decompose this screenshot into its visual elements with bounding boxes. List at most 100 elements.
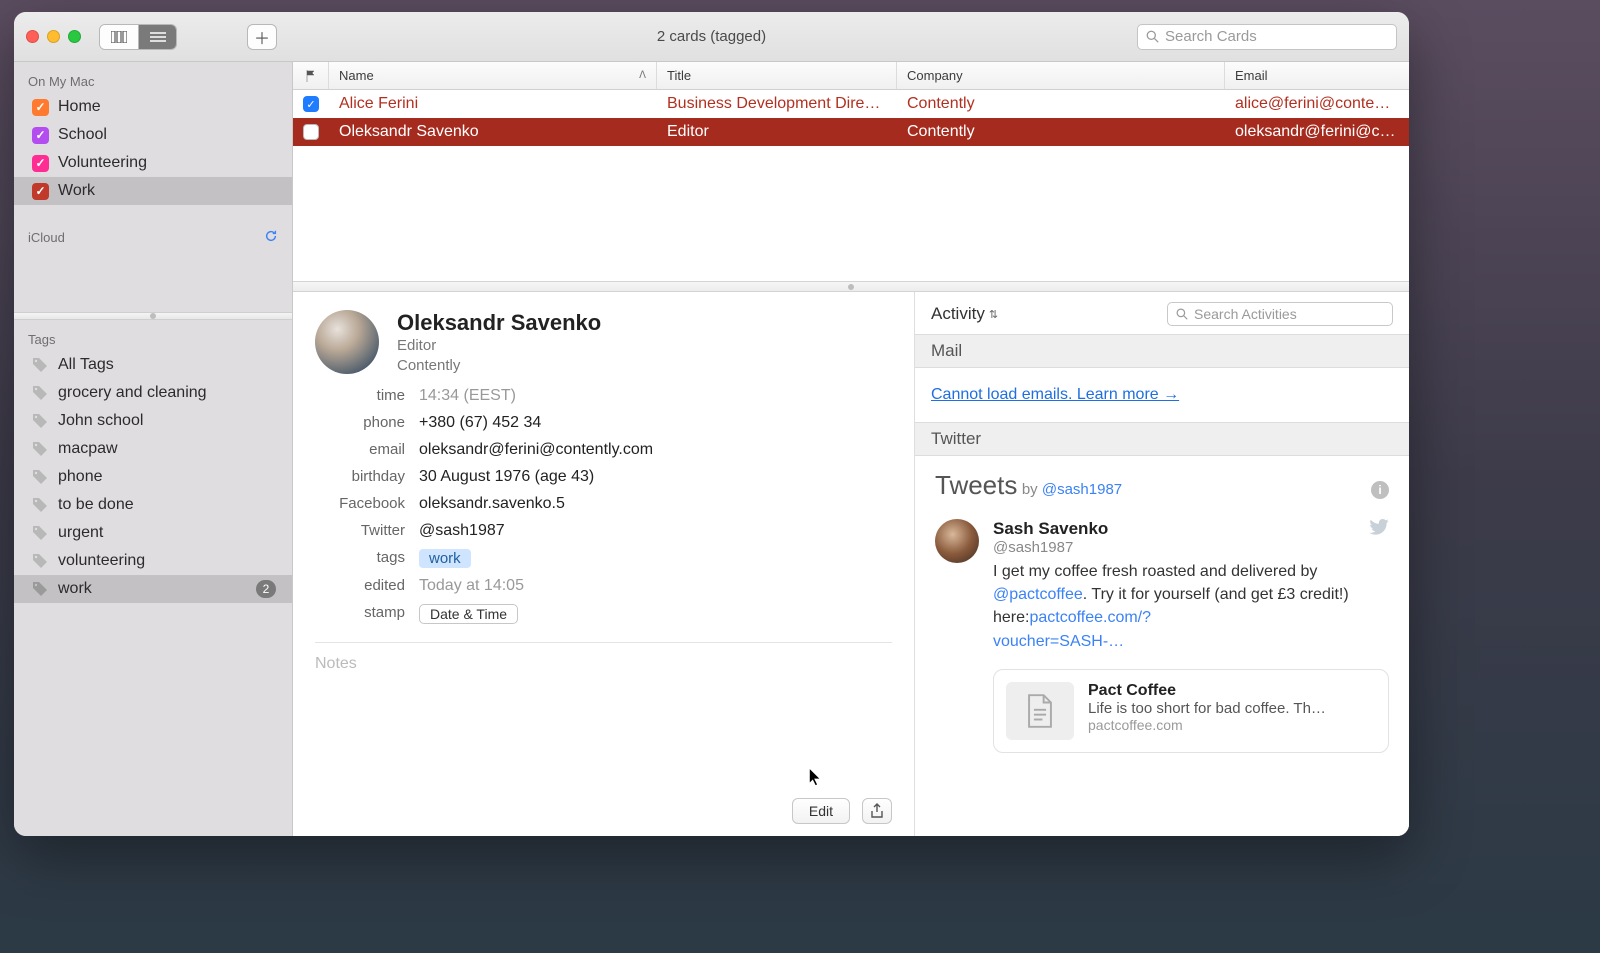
sidebar-group-work[interactable]: ✓ Work — [14, 177, 292, 205]
tweets-byline: by @sash1987 — [1022, 481, 1122, 498]
column-title[interactable]: Title — [657, 62, 897, 89]
sidebar-group-home[interactable]: ✓ Home — [14, 93, 292, 121]
sidebar-group-school[interactable]: ✓ School — [14, 121, 292, 149]
sidebar-section-tags[interactable]: Tags — [14, 326, 292, 351]
sidebar-tag-label: to be done — [58, 496, 134, 514]
link-card-domain: pactcoffee.com — [1088, 717, 1326, 733]
sidebar-section-icloud[interactable]: iCloud — [14, 223, 292, 250]
tag-icon — [32, 441, 48, 457]
table-header: Name ᐱ Title Company Email — [293, 62, 1409, 90]
horizontal-splitter[interactable] — [293, 282, 1409, 292]
sidebar-tag-urgent[interactable]: urgent — [14, 519, 292, 547]
share-icon — [870, 803, 884, 819]
table-row[interactable]: Oleksandr Savenko Editor Contently oleks… — [293, 118, 1409, 146]
table-row[interactable]: ✓ Alice Ferini Business Development Dire… — [293, 90, 1409, 118]
tweets-heading: Tweets — [935, 470, 1017, 500]
tag-icon — [32, 497, 48, 513]
notes-field[interactable]: Notes — [315, 642, 892, 673]
sidebar-splitter[interactable] — [14, 312, 292, 320]
sidebar-tag-label: grocery and cleaning — [58, 384, 207, 402]
twitter-bird-icon — [1369, 519, 1389, 540]
field-value-time: 14:34 (EEST) — [419, 387, 892, 405]
sidebar-tag-label: volunteering — [58, 552, 145, 570]
tweet-text: I get my coffee fresh roasted and delive… — [993, 560, 1389, 653]
flag-icon — [306, 70, 316, 82]
column-email[interactable]: Email — [1225, 62, 1409, 89]
tweets-handle-link[interactable]: @sash1987 — [1042, 481, 1122, 498]
window-title: 2 cards (tagged) — [14, 28, 1409, 45]
sidebar-group-label: School — [58, 126, 107, 144]
tweet-link[interactable]: voucher=SASH-… — [993, 633, 1124, 650]
cards-table: ✓ Alice Ferini Business Development Dire… — [293, 90, 1409, 282]
field-value-facebook[interactable]: oleksandr.savenko.5 — [419, 495, 892, 513]
cell-title: Business Development Dire… — [657, 95, 897, 113]
tweet-mention-link[interactable]: @pactcoffee — [993, 586, 1083, 603]
tweet-link-card[interactable]: Pact Coffee Life is too short for bad co… — [993, 669, 1389, 753]
activity-panel: Activity ⇅ Search Activities Mail Cannot… — [915, 292, 1409, 836]
tag-icon — [32, 581, 48, 597]
field-label: stamp — [315, 604, 405, 624]
cell-company: Contently — [897, 95, 1225, 113]
sidebar-tag-phone[interactable]: phone — [14, 463, 292, 491]
field-label: Twitter — [315, 522, 405, 540]
activity-section-twitter: Twitter — [915, 422, 1409, 456]
share-button[interactable] — [862, 798, 892, 824]
sort-ascending-icon: ᐱ — [639, 70, 646, 81]
checkbox-icon: ✓ — [32, 127, 49, 144]
activity-dropdown[interactable]: Activity ⇅ — [931, 304, 998, 324]
cell-email: oleksandr@ferini@cont — [1225, 123, 1409, 141]
field-label: edited — [315, 577, 405, 595]
sidebar-tag-label: work — [58, 580, 92, 598]
tag-icon — [32, 413, 48, 429]
link-card-title: Pact Coffee — [1088, 682, 1326, 700]
main-panel: Name ᐱ Title Company Email ✓ Alice Ferin… — [293, 62, 1409, 836]
column-flag[interactable] — [293, 62, 329, 89]
tweet-item[interactable]: Sash Savenko @sash1987 I get my coffee f… — [935, 519, 1389, 753]
search-activities-placeholder: Search Activities — [1194, 306, 1297, 322]
sidebar-group-label: Home — [58, 98, 101, 116]
tweet-link[interactable]: pactcoffee.com/? — [1029, 609, 1151, 626]
sidebar-section-onmymac[interactable]: On My Mac — [14, 68, 292, 93]
tweet-author-name: Sash Savenko — [993, 519, 1108, 539]
stamp-button[interactable]: Date & Time — [419, 604, 518, 624]
mail-error-link[interactable]: Cannot load emails. Learn more → — [931, 386, 1179, 403]
checkbox-icon: ✓ — [32, 99, 49, 116]
sidebar-tag-macpaw[interactable]: macpaw — [14, 435, 292, 463]
checkbox-icon: ✓ — [32, 155, 49, 172]
column-name[interactable]: Name ᐱ — [329, 62, 657, 89]
edit-button[interactable]: Edit — [792, 798, 850, 824]
tag-icon — [32, 525, 48, 541]
field-value-email[interactable]: oleksandr@ferini@contently.com — [419, 441, 892, 459]
field-value-phone[interactable]: +380 (67) 452 34 — [419, 414, 892, 432]
sidebar-tag-all[interactable]: All Tags — [14, 351, 292, 379]
sidebar-tag-label: All Tags — [58, 356, 114, 374]
sidebar-group-volunteering[interactable]: ✓ Volunteering — [14, 149, 292, 177]
flag-checkbox[interactable]: ✓ — [303, 96, 319, 112]
card-role: Editor — [397, 336, 601, 356]
sidebar-tag-volunteering[interactable]: volunteering — [14, 547, 292, 575]
tag-pill[interactable]: work — [419, 549, 471, 568]
sidebar: On My Mac ✓ Home ✓ School ✓ Volunteering… — [14, 62, 293, 836]
sidebar-tag-john-school[interactable]: John school — [14, 407, 292, 435]
tag-icon — [32, 553, 48, 569]
tag-icon — [32, 357, 48, 373]
sidebar-tag-grocery[interactable]: grocery and cleaning — [14, 379, 292, 407]
search-activities-field[interactable]: Search Activities — [1167, 302, 1393, 326]
sidebar-tag-label: phone — [58, 468, 103, 486]
tag-icon — [32, 469, 48, 485]
field-value-twitter[interactable]: @sash1987 — [419, 522, 892, 540]
sidebar-tag-work[interactable]: work 2 — [14, 575, 292, 603]
flag-checkbox[interactable] — [303, 124, 319, 140]
app-window: ＋ 2 cards (tagged) Search Cards On My Ma… — [14, 12, 1409, 836]
cell-email: alice@ferini@contently — [1225, 95, 1409, 113]
column-company[interactable]: Company — [897, 62, 1225, 89]
card-fields: time 14:34 (EEST) phone +380 (67) 452 34… — [315, 387, 892, 624]
tweet-author-handle: @sash1987 — [993, 539, 1108, 556]
info-icon[interactable]: i — [1371, 481, 1389, 499]
tag-count-badge: 2 — [256, 580, 276, 598]
refresh-icon[interactable] — [264, 229, 278, 246]
card-name: Oleksandr Savenko — [397, 310, 601, 336]
cell-name: Oleksandr Savenko — [329, 123, 657, 141]
sidebar-tag-tobedone[interactable]: to be done — [14, 491, 292, 519]
tag-icon — [32, 385, 48, 401]
